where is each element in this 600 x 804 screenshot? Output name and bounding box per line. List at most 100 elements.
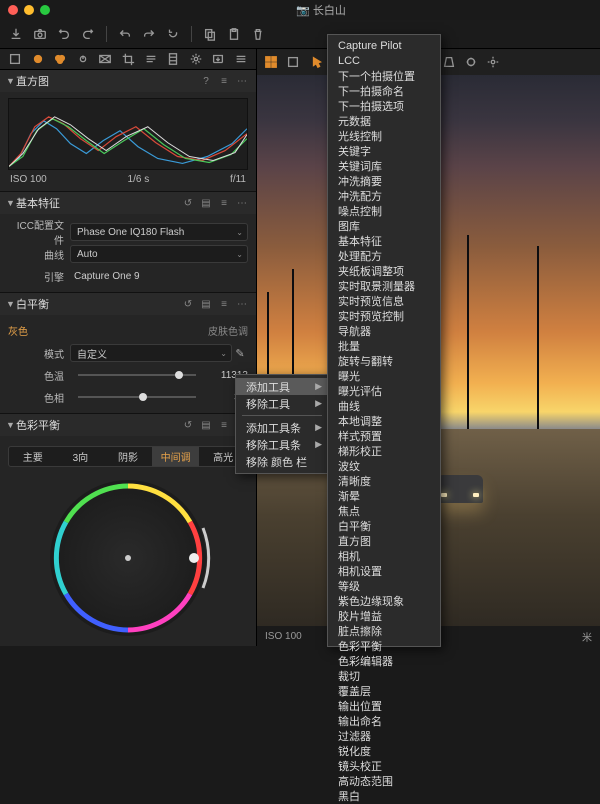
output-icon[interactable] bbox=[207, 49, 230, 69]
submenu-item[interactable]: 胶片增益 bbox=[328, 608, 440, 623]
curve-select[interactable]: Auto⌄ bbox=[70, 245, 248, 263]
local-icon[interactable] bbox=[162, 49, 185, 69]
menu-icon[interactable]: ≡ bbox=[216, 195, 232, 211]
reset-icon[interactable] bbox=[163, 24, 183, 44]
icc-select[interactable]: Phase One IQ180 Flash⌄ bbox=[70, 223, 248, 241]
submenu-item[interactable]: 导航器 bbox=[328, 323, 440, 338]
submenu-item[interactable]: 实时预览信息 bbox=[328, 293, 440, 308]
gear-icon[interactable] bbox=[184, 49, 207, 69]
tint-slider[interactable] bbox=[78, 396, 196, 398]
auto-icon[interactable]: ↺ bbox=[180, 296, 196, 312]
submenu-item[interactable]: 波纹 bbox=[328, 458, 440, 473]
submenu-item[interactable]: 相机设置 bbox=[328, 563, 440, 578]
disclosure-icon[interactable]: ▼ bbox=[6, 76, 16, 86]
submenu-item[interactable]: 噪点控制 bbox=[328, 203, 440, 218]
preset-icon[interactable]: ▤ bbox=[198, 296, 214, 312]
skin-tab[interactable]: 皮肤色调 bbox=[208, 323, 248, 338]
menu-icon[interactable]: ≡ bbox=[216, 73, 232, 89]
disclosure-icon[interactable]: ▼ bbox=[6, 198, 16, 208]
submenu-item[interactable]: 曝光 bbox=[328, 368, 440, 383]
preset-icon[interactable]: ▤ bbox=[198, 417, 214, 433]
submenu-item[interactable]: 下一拍摄命名 bbox=[328, 83, 440, 98]
submenu-item[interactable]: 夹纸板调整项 bbox=[328, 263, 440, 278]
submenu-item[interactable]: 元数据 bbox=[328, 113, 440, 128]
disclosure-icon[interactable]: ▼ bbox=[6, 420, 16, 430]
lens-icon[interactable] bbox=[94, 49, 117, 69]
trash-icon[interactable] bbox=[248, 24, 268, 44]
menu-icon[interactable]: ≡ bbox=[216, 296, 232, 312]
submenu-item[interactable]: 脏点擦除 bbox=[328, 623, 440, 638]
submenu-item[interactable]: 直方图 bbox=[328, 533, 440, 548]
more-icon[interactable]: ⋯ bbox=[234, 296, 250, 312]
submenu-item[interactable]: 梯形校正 bbox=[328, 443, 440, 458]
redo-icon[interactable] bbox=[139, 24, 159, 44]
paste-icon[interactable] bbox=[224, 24, 244, 44]
submenu-item[interactable]: 裁切 bbox=[328, 668, 440, 683]
context-menu-item[interactable]: 移除工具条▶ bbox=[236, 436, 328, 453]
close-icon[interactable] bbox=[8, 5, 18, 15]
details-icon[interactable] bbox=[139, 49, 162, 69]
maximize-icon[interactable] bbox=[40, 5, 50, 15]
submenu-item[interactable]: 样式预置 bbox=[328, 428, 440, 443]
submenu-item[interactable]: 处理配方 bbox=[328, 248, 440, 263]
submenu-item[interactable]: Capture Pilot bbox=[328, 38, 440, 53]
tab-3way[interactable]: 3向 bbox=[57, 447, 105, 466]
submenu-item[interactable]: 下一拍摄选项 bbox=[328, 98, 440, 113]
submenu-item[interactable]: 曝光评估 bbox=[328, 383, 440, 398]
submenu-item[interactable]: 渐晕 bbox=[328, 488, 440, 503]
camera-icon[interactable] bbox=[30, 24, 50, 44]
submenu-item[interactable]: 输出位置 bbox=[328, 698, 440, 713]
panel-menu-icon[interactable] bbox=[229, 49, 252, 69]
submenu-item[interactable]: 清晰度 bbox=[328, 473, 440, 488]
submenu-item[interactable]: 冲洗配方 bbox=[328, 188, 440, 203]
grid-icon[interactable] bbox=[261, 52, 281, 72]
kelvin-slider[interactable] bbox=[78, 374, 196, 376]
submenu-item[interactable]: 相机 bbox=[328, 548, 440, 563]
more-icon[interactable]: ⋯ bbox=[234, 195, 250, 211]
submenu-item[interactable]: 锐化度 bbox=[328, 743, 440, 758]
library-icon[interactable] bbox=[4, 49, 27, 69]
more-icon[interactable]: ⋯ bbox=[234, 73, 250, 89]
submenu-item[interactable]: 色彩平衡 bbox=[328, 638, 440, 653]
rotate-left-icon[interactable] bbox=[54, 24, 74, 44]
submenu-item[interactable]: 过滤器 bbox=[328, 728, 440, 743]
auto-icon[interactable]: ↺ bbox=[180, 417, 196, 433]
context-menu[interactable]: 添加工具▶移除工具▶添加工具条▶移除工具条▶移除 颜色 栏 bbox=[235, 374, 329, 474]
submenu-item[interactable]: 关键词库 bbox=[328, 158, 440, 173]
minimize-icon[interactable] bbox=[24, 5, 34, 15]
tab-midtone[interactable]: 中间调 bbox=[152, 447, 200, 466]
menu-icon[interactable]: ≡ bbox=[216, 417, 232, 433]
submenu-item[interactable]: 镜头校正 bbox=[328, 758, 440, 773]
submenu-item[interactable]: 图库 bbox=[328, 218, 440, 233]
submenu-item[interactable]: 曲线 bbox=[328, 398, 440, 413]
submenu-item[interactable]: 覆盖层 bbox=[328, 683, 440, 698]
context-menu-item[interactable]: 移除工具▶ bbox=[236, 395, 328, 412]
submenu-item[interactable]: 焦点 bbox=[328, 503, 440, 518]
auto-icon[interactable]: ↺ bbox=[180, 195, 196, 211]
submenu-item[interactable]: 黑白 bbox=[328, 788, 440, 803]
undo-icon[interactable] bbox=[115, 24, 135, 44]
disclosure-icon[interactable]: ▼ bbox=[6, 299, 16, 309]
tab-shadow[interactable]: 阴影 bbox=[104, 447, 152, 466]
submenu-item[interactable]: 色彩编辑器 bbox=[328, 653, 440, 668]
gray-tab[interactable]: 灰色 bbox=[8, 323, 28, 338]
add-tool-submenu[interactable]: Capture PilotLCC下一个拍摄位置下一拍摄命名下一拍摄选项元数据光线… bbox=[327, 34, 441, 647]
submenu-item[interactable]: 本地调整 bbox=[328, 413, 440, 428]
submenu-item[interactable]: 白平衡 bbox=[328, 518, 440, 533]
crop-icon[interactable] bbox=[117, 49, 140, 69]
submenu-item[interactable]: 高动态范围 bbox=[328, 773, 440, 788]
submenu-item[interactable]: 光线控制 bbox=[328, 128, 440, 143]
submenu-item[interactable]: 冲洗摘要 bbox=[328, 173, 440, 188]
submenu-item[interactable]: 旋转与翻转 bbox=[328, 353, 440, 368]
keystone-icon[interactable] bbox=[439, 52, 459, 72]
single-icon[interactable] bbox=[283, 52, 303, 72]
import-icon[interactable] bbox=[6, 24, 26, 44]
balance-tabs[interactable]: 主要 3向 阴影 中间调 高光 bbox=[8, 446, 248, 467]
help-icon[interactable]: ? bbox=[198, 73, 214, 89]
context-menu-item[interactable]: 移除 颜色 栏 bbox=[236, 453, 328, 470]
submenu-item[interactable]: LCC bbox=[328, 53, 440, 68]
submenu-item[interactable]: 等级 bbox=[328, 578, 440, 593]
submenu-item[interactable]: 基本特征 bbox=[328, 233, 440, 248]
mode-select[interactable]: 自定义⌄ bbox=[70, 344, 232, 362]
context-menu-item[interactable]: 添加工具条▶ bbox=[236, 419, 328, 436]
